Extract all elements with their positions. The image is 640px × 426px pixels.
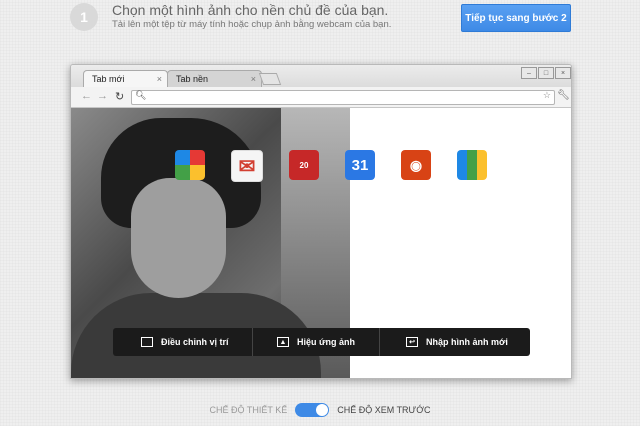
- tab-background-label: Tab nền: [176, 74, 209, 84]
- tab-new-label: Tab mới: [92, 74, 125, 84]
- step-subtitle: Tải lên một tệp từ máy tính hoặc chụp ản…: [112, 19, 392, 30]
- image-effect-icon: ▲: [277, 337, 289, 347]
- new-tab-button[interactable]: [258, 73, 282, 85]
- photo-face: [131, 178, 226, 298]
- step-title: Chọn một hình ảnh cho nền chủ đề của bạn…: [112, 2, 389, 18]
- address-bar[interactable]: 🔍︎ ☆: [131, 90, 555, 105]
- wrench-icon[interactable]: 🔧︎: [557, 90, 570, 101]
- rss-icon[interactable]: ◉: [401, 150, 431, 180]
- google-calendar-icon[interactable]: 31: [345, 150, 375, 180]
- adjust-position-label: Điều chỉnh vị trí: [161, 337, 229, 347]
- mode-toggle[interactable]: [295, 403, 330, 417]
- step-number-badge: 1: [70, 3, 98, 31]
- close-icon[interactable]: ×: [251, 74, 256, 84]
- maximize-icon[interactable]: □: [538, 67, 554, 79]
- design-mode-label[interactable]: CHẾ ĐỘ THIẾT KẾ: [210, 405, 288, 415]
- import-new-image-label: Nhập hình ảnh mới: [426, 337, 508, 347]
- image-effect-label: Hiệu ứng ảnh: [297, 337, 356, 347]
- search-icon: 🔍︎: [135, 90, 147, 100]
- browser-toolbar: ← → ↻ 🔍︎ ☆ 🔧︎: [71, 87, 571, 108]
- browser-preview: Tab mới × Tab nền × – □ × ← → ↻ 🔍︎ ☆ 🔧︎: [70, 64, 572, 379]
- image-edit-bar: Điều chỉnh vị trí ▲ Hiệu ứng ảnh ↩ Nhập …: [113, 328, 530, 356]
- bookmark-star-icon[interactable]: ☆: [543, 90, 551, 101]
- forward-icon[interactable]: →: [97, 90, 108, 102]
- tab-strip: Tab mới × Tab nền × – □ ×: [71, 65, 571, 87]
- crop-icon: [141, 337, 153, 347]
- close-window-icon[interactable]: ×: [555, 67, 571, 79]
- import-new-image-button[interactable]: ↩ Nhập hình ảnh mới: [380, 328, 530, 356]
- web-store-icon[interactable]: [175, 150, 205, 180]
- gmail-icon[interactable]: ✉: [231, 150, 263, 182]
- new-tab-page: ✉ 20 31 ◉ Điều chỉnh vị trí ▲ Hiệu ứng ả…: [71, 108, 571, 378]
- preview-mode-label[interactable]: CHẾ ĐỘ XEM TRƯỚC: [337, 405, 430, 415]
- continue-button[interactable]: Tiếp tục sang bước 2: [461, 4, 571, 32]
- back-icon[interactable]: ←: [81, 90, 92, 102]
- books-icon[interactable]: [457, 150, 487, 180]
- tab-background[interactable]: Tab nền ×: [167, 70, 262, 87]
- reload-icon[interactable]: ↻: [115, 90, 124, 103]
- minimize-icon[interactable]: –: [521, 67, 537, 79]
- toggle-knob: [316, 404, 329, 416]
- image-effect-button[interactable]: ▲ Hiệu ứng ảnh: [253, 328, 380, 356]
- close-icon[interactable]: ×: [157, 74, 162, 84]
- mode-switcher: CHẾ ĐỘ THIẾT KẾ CHẾ ĐỘ XEM TRƯỚC: [0, 403, 640, 417]
- import-icon: ↩: [406, 337, 418, 347]
- app-launcher: ✉ 20 31 ◉: [175, 150, 487, 182]
- tab-new[interactable]: Tab mới ×: [83, 70, 168, 87]
- adjust-position-button[interactable]: Điều chỉnh vị trí: [113, 328, 253, 356]
- calendar-icon[interactable]: 20: [289, 150, 319, 180]
- window-controls: – □ ×: [521, 67, 571, 79]
